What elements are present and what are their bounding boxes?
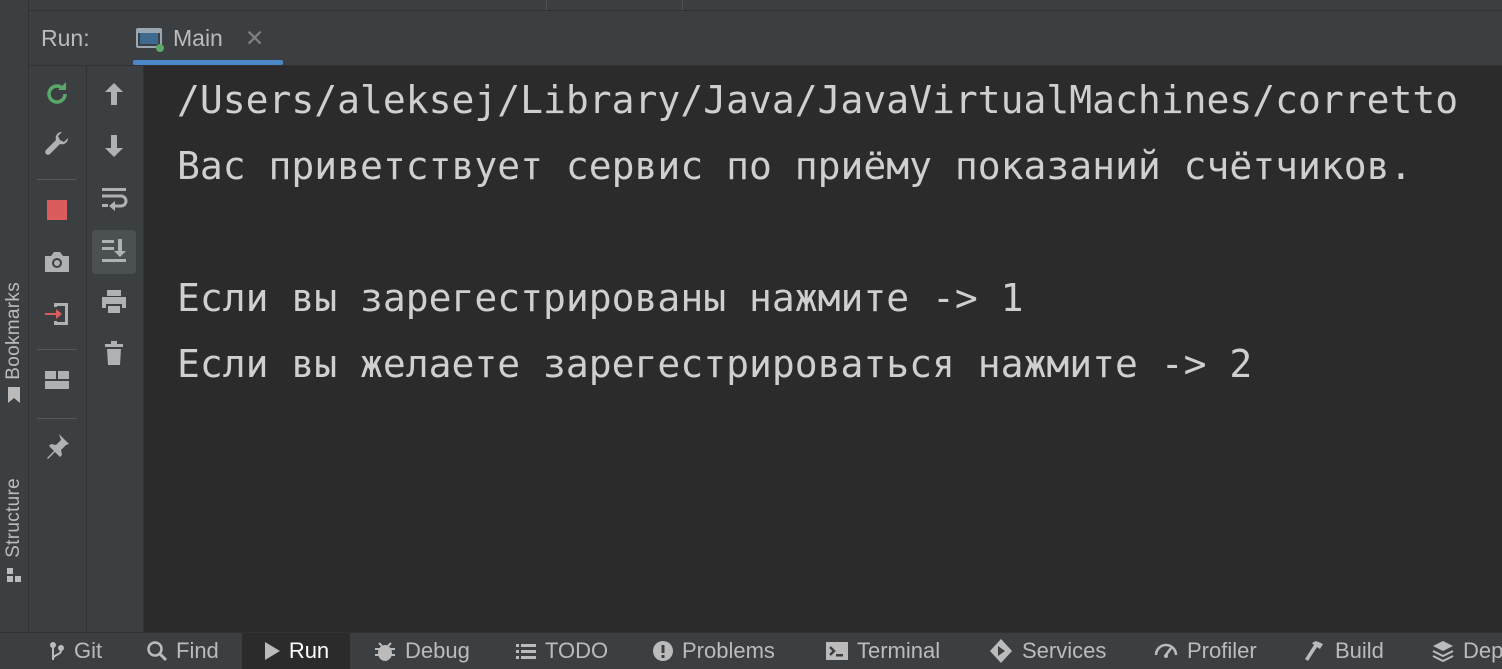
clear-all-button[interactable] — [92, 334, 136, 378]
services-label: Services — [1022, 638, 1107, 663]
build-tool-button[interactable]: Build — [1303, 633, 1384, 669]
run-panel-header: Run: Main ✕ — [29, 11, 1502, 66]
layout-button[interactable] — [35, 360, 79, 404]
settings-button[interactable] — [35, 126, 79, 170]
rerun-icon — [42, 79, 72, 114]
active-tab-indicator — [133, 60, 283, 65]
console-line: Если вы зарегестрированы нажмите -> 1 — [177, 276, 1024, 320]
previous-occurrence-button[interactable] — [92, 74, 136, 118]
soft-wrap-button[interactable] — [92, 178, 136, 222]
problems-tool-button[interactable]: Problems — [652, 633, 775, 669]
run-toolbar-secondary — [87, 66, 144, 632]
structure-icon — [6, 566, 22, 589]
bookmark-icon — [6, 386, 22, 409]
run-config-icon — [135, 27, 165, 58]
pin-icon — [42, 431, 72, 466]
profiler-icon — [1153, 639, 1179, 663]
warning-icon — [652, 640, 674, 662]
terminal-label: Terminal — [857, 638, 941, 663]
pin-tab-button[interactable] — [35, 426, 79, 470]
list-icon — [515, 641, 537, 661]
arrow-down-icon — [100, 131, 128, 166]
wrench-icon — [42, 131, 72, 166]
build-label: Build — [1335, 638, 1384, 663]
editor-tab-strip — [28, 0, 1502, 11]
run-panel-title: Run: — [41, 25, 90, 51]
rerun-button[interactable] — [35, 74, 79, 118]
run-tool-button[interactable]: Run — [242, 633, 350, 669]
console-line: Вас приветствует сервис по приёму показа… — [177, 144, 1413, 188]
run-label: Run — [288, 638, 330, 663]
console-line: Если вы желаете зарегестрироваться нажми… — [177, 342, 1253, 386]
layout-icon — [42, 367, 72, 398]
bookmarks-tool-button[interactable]: Bookmarks — [0, 282, 28, 409]
tab-main[interactable]: Main ✕ — [133, 11, 283, 65]
camera-icon — [42, 248, 72, 281]
bug-icon — [373, 639, 397, 663]
toolbar-divider — [37, 179, 77, 180]
stop-button[interactable] — [35, 190, 79, 234]
dependencies-tool-button[interactable]: Dep — [1431, 633, 1502, 669]
git-label: Git — [74, 638, 103, 663]
print-icon — [99, 287, 129, 322]
dependencies-label: Dep — [1463, 638, 1502, 663]
next-occurrence-button[interactable] — [92, 126, 136, 170]
close-icon[interactable]: ✕ — [245, 25, 264, 52]
scroll-to-end-icon — [99, 235, 129, 270]
terminal-tool-button[interactable]: Terminal — [825, 633, 940, 669]
play-icon — [263, 640, 281, 662]
trash-icon — [100, 339, 128, 374]
profiler-label: Profiler — [1187, 638, 1257, 663]
terminal-icon — [825, 640, 849, 662]
services-tool-button[interactable]: Services — [988, 633, 1106, 669]
git-icon — [48, 640, 66, 662]
exit-button[interactable] — [35, 294, 79, 338]
console-output[interactable]: /Users/aleksej/Library/Java/JavaVirtualM… — [144, 66, 1502, 632]
hammer-icon — [1303, 639, 1327, 663]
bookmarks-label: Bookmarks — [3, 282, 24, 380]
todo-tool-button[interactable]: TODO — [515, 633, 608, 669]
scroll-to-end-button[interactable] — [92, 230, 136, 274]
left-tool-stripe: Bookmarks Structure — [0, 0, 29, 632]
services-icon — [988, 638, 1014, 664]
console-line: /Users/aleksej/Library/Java/JavaVirtualM… — [177, 78, 1459, 122]
profiler-tool-button[interactable]: Profiler — [1153, 633, 1257, 669]
problems-label: Problems — [682, 638, 775, 663]
run-toolbar-primary — [29, 66, 87, 632]
search-icon — [146, 640, 168, 662]
toolbar-divider — [37, 418, 77, 419]
soft-wrap-icon — [99, 183, 129, 218]
todo-label: TODO — [545, 638, 609, 663]
arrow-up-icon — [100, 79, 128, 114]
tool-window-bar: Git Find Run Debug TODO Problems Termina… — [0, 632, 1502, 669]
divider — [682, 0, 683, 10]
tab-main-label: Main — [173, 25, 223, 51]
dependencies-icon — [1431, 639, 1455, 663]
debug-tool-button[interactable]: Debug — [373, 633, 470, 669]
debug-label: Debug — [405, 638, 470, 663]
stop-icon — [45, 198, 69, 227]
structure-label: Structure — [3, 478, 24, 558]
find-tool-button[interactable]: Find — [146, 633, 219, 669]
structure-tool-button[interactable]: Structure — [0, 478, 28, 589]
divider — [546, 0, 547, 10]
toolbar-divider — [37, 349, 77, 350]
exit-icon — [42, 299, 72, 334]
dump-threads-button[interactable] — [35, 242, 79, 286]
print-button[interactable] — [92, 282, 136, 326]
find-label: Find — [176, 638, 219, 663]
git-tool-button[interactable]: Git — [48, 633, 102, 669]
